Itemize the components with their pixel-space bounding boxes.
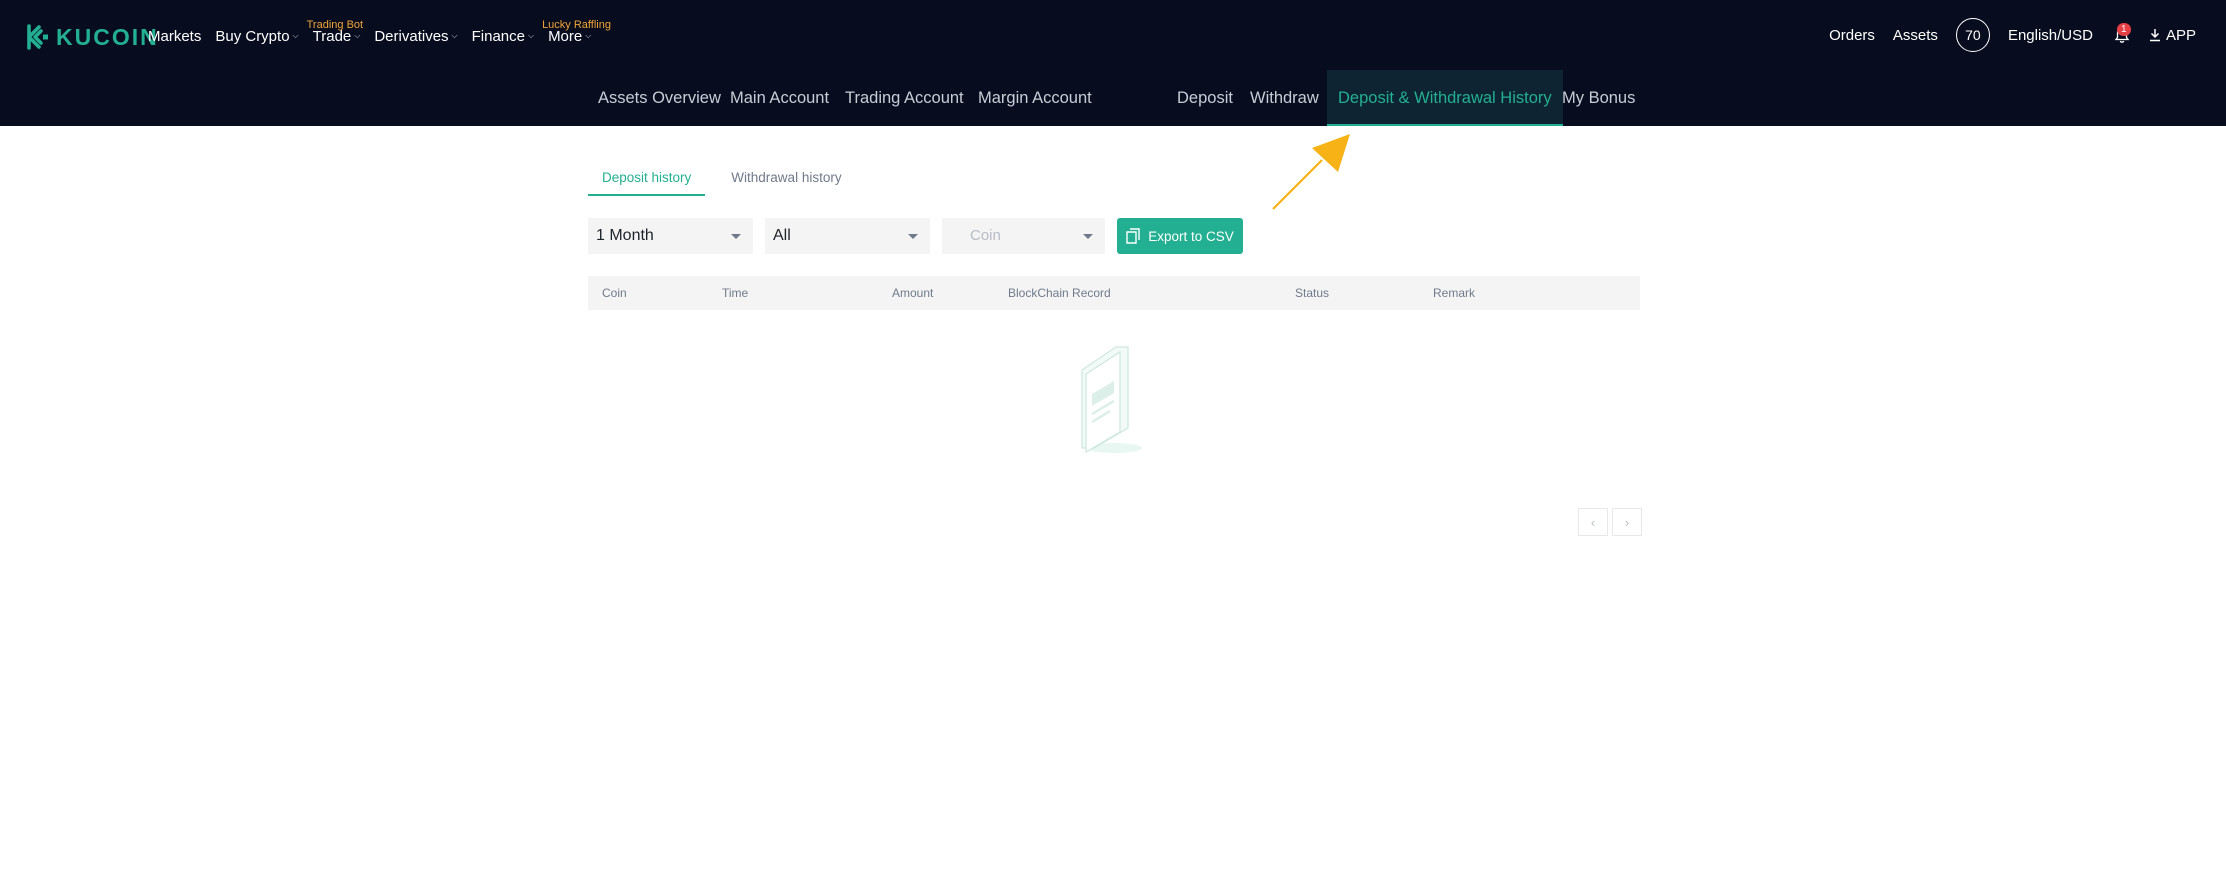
column-remark: Remark bbox=[1433, 286, 1476, 300]
subnav-deposit[interactable]: Deposit bbox=[1177, 70, 1233, 126]
column-time: Time bbox=[722, 286, 749, 300]
chevron-right-icon: › bbox=[1624, 514, 1630, 530]
chevron-down-icon: ⌵ bbox=[585, 31, 592, 40]
export-label: Export to CSV bbox=[1148, 228, 1234, 244]
nav-label: Finance bbox=[471, 27, 525, 45]
next-page-button[interactable]: › bbox=[1612, 508, 1642, 536]
app-download-link[interactable]: APP bbox=[2149, 27, 2196, 44]
main-nav: Markets Buy Crypto ⌵ Trading Bot Trade ⌵… bbox=[148, 19, 611, 48]
assets-link[interactable]: Assets bbox=[1893, 27, 1938, 44]
chevron-down-icon: ⌵ bbox=[292, 31, 299, 40]
chevron-down-icon: ⌵ bbox=[527, 31, 535, 40]
nav-derivatives[interactable]: Derivatives ⌵ bbox=[374, 28, 457, 45]
column-status: Status bbox=[1295, 286, 1330, 300]
caret-down-icon bbox=[1083, 234, 1093, 239]
nav-label: Markets bbox=[148, 27, 202, 45]
chevron-down-icon: ⌵ bbox=[354, 31, 361, 40]
user-nav: Orders Assets 70 English/USD 1 APP bbox=[1811, 18, 2196, 52]
subnav-trading-account[interactable]: Trading Account bbox=[845, 70, 964, 126]
nav-buy-crypto[interactable]: Buy Crypto ⌵ bbox=[215, 28, 298, 45]
subnav-main-account[interactable]: Main Account bbox=[730, 70, 829, 126]
period-select[interactable]: 1 Month bbox=[588, 218, 753, 254]
lucky-raffling-badge: Lucky Raffling bbox=[542, 18, 611, 31]
nav-label: Derivatives bbox=[374, 27, 449, 45]
avatar-text: 70 bbox=[1965, 27, 1981, 43]
export-csv-button[interactable]: Export to CSV bbox=[1117, 218, 1243, 254]
tab-deposit-history[interactable]: Deposit history bbox=[588, 160, 706, 196]
download-icon bbox=[2149, 29, 2160, 42]
history-tabs: Deposit history Withdrawal history bbox=[588, 160, 856, 196]
caret-down-icon bbox=[731, 234, 741, 239]
prev-page-button[interactable]: ‹ bbox=[1578, 508, 1608, 536]
brand-name: KUCOIN bbox=[56, 23, 159, 50]
coin-select[interactable]: Coin bbox=[942, 218, 1105, 254]
nav-trade[interactable]: Trading Bot Trade ⌵ bbox=[307, 19, 363, 45]
table-header: Coin Time Amount BlockChain Record Statu… bbox=[588, 276, 1640, 310]
nav-markets[interactable]: Markets bbox=[148, 28, 201, 45]
kucoin-logo-icon bbox=[27, 24, 48, 50]
nav-label: Buy Crypto bbox=[215, 27, 290, 45]
avatar[interactable]: 70 bbox=[1955, 18, 1990, 52]
column-blockchain-record: BlockChain Record bbox=[1008, 286, 1111, 300]
subnav-withdraw[interactable]: Withdraw bbox=[1250, 70, 1319, 126]
nav-finance[interactable]: Finance ⌵ bbox=[472, 28, 534, 45]
subnav-margin-account[interactable]: Margin Account bbox=[978, 70, 1092, 126]
filter-bar: 1 Month All Coin Export to CSV bbox=[588, 218, 1243, 254]
tab-withdrawal-history[interactable]: Withdrawal history bbox=[717, 160, 855, 196]
subnav-my-bonus[interactable]: My Bonus bbox=[1562, 70, 1635, 126]
app-label: APP bbox=[2165, 26, 2196, 44]
type-select[interactable]: All bbox=[765, 218, 930, 254]
language-currency-selector[interactable]: English/USD bbox=[2008, 27, 2093, 44]
period-value: 1 Month bbox=[596, 227, 654, 244]
subnav-assets-overview[interactable]: Assets Overview bbox=[598, 70, 721, 126]
nav-more[interactable]: Lucky Raffling More ⌵ bbox=[542, 19, 611, 45]
column-coin: Coin bbox=[602, 286, 627, 300]
export-icon bbox=[1126, 228, 1140, 244]
top-header: KUCOIN Markets Buy Crypto ⌵ Trading Bot … bbox=[0, 0, 2226, 126]
trading-bot-badge: Trading Bot bbox=[306, 18, 364, 31]
chevron-down-icon: ⌵ bbox=[451, 31, 458, 40]
account-subnav: Assets Overview Main Account Trading Acc… bbox=[0, 70, 2226, 126]
orders-link[interactable]: Orders bbox=[1829, 27, 1875, 44]
coin-placeholder: Coin bbox=[970, 227, 1001, 244]
subnav-deposit-withdrawal-history[interactable]: Deposit & Withdrawal History bbox=[1327, 70, 1563, 126]
annotation-arrow bbox=[1272, 134, 1350, 210]
notifications-button[interactable]: 1 bbox=[2113, 23, 2131, 44]
chevron-left-icon: ‹ bbox=[1590, 514, 1596, 530]
type-value: All bbox=[773, 227, 791, 244]
empty-state-illustration bbox=[1081, 346, 1142, 454]
notification-count-badge: 1 bbox=[2116, 23, 2131, 36]
column-amount: Amount bbox=[892, 286, 934, 300]
kucoin-logo[interactable]: KUCOIN bbox=[26, 22, 159, 52]
caret-down-icon bbox=[908, 234, 918, 239]
